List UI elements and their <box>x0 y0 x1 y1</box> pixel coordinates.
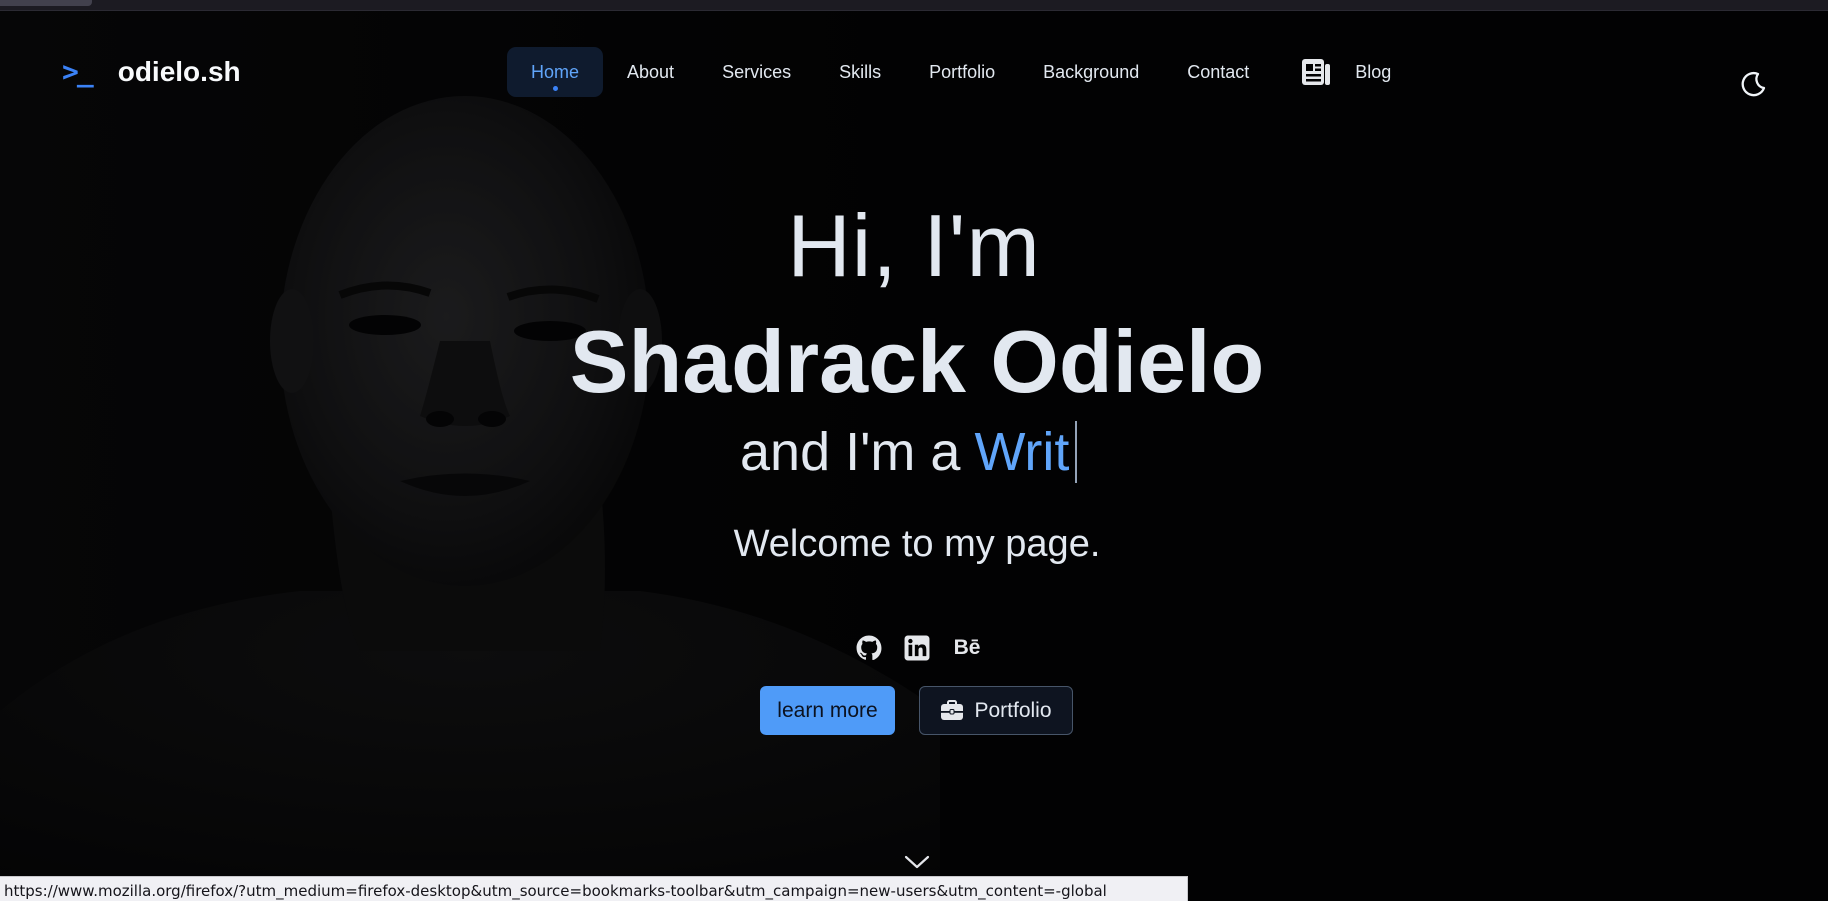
typing-caret <box>1075 421 1078 483</box>
welcome-text: Welcome to my page. <box>733 523 1101 565</box>
hero-greeting: Hi, I'm <box>787 196 1041 295</box>
brand-name: odielo.sh <box>117 55 241 87</box>
moon-icon[interactable] <box>1738 69 1768 99</box>
browser-tab-strip <box>0 0 1828 11</box>
nav-links: Home About Services Skills Portfolio Bac… <box>507 47 1415 97</box>
portfolio-button-label: Portfolio <box>974 698 1052 722</box>
nav-item-about[interactable]: About <box>603 47 698 97</box>
learn-more-button[interactable]: learn more <box>760 686 895 735</box>
hero-role-typed: Writ <box>974 422 1070 482</box>
linkedin-icon[interactable] <box>904 635 930 661</box>
newspaper-icon <box>1302 59 1331 85</box>
page: >_ odielo.sh Home About Services Skills … <box>0 11 1828 901</box>
brand-logo[interactable]: >_ odielo.sh <box>62 55 241 88</box>
nav-item-skills[interactable]: Skills <box>815 47 905 97</box>
browser-status-url: https://www.mozilla.org/firefox/?utm_med… <box>0 876 1188 901</box>
browser-tab[interactable] <box>0 0 92 6</box>
hero-role: and I'm a Writ <box>740 421 1078 483</box>
portfolio-button[interactable]: Portfolio <box>919 686 1073 735</box>
nav-item-services[interactable]: Services <box>698 47 815 97</box>
behance-icon[interactable]: Bē <box>952 635 982 661</box>
social-links: Bē <box>856 635 982 661</box>
nav-item-blog-label: Blog <box>1355 61 1392 82</box>
nav-item-portfolio[interactable]: Portfolio <box>905 47 1019 97</box>
top-navbar: >_ odielo.sh Home About Services Skills … <box>0 11 1828 131</box>
briefcase-icon <box>941 699 964 720</box>
nav-item-home[interactable]: Home <box>507 47 604 97</box>
github-icon[interactable] <box>856 635 882 661</box>
chevron-down-icon[interactable] <box>903 853 931 871</box>
nav-item-blog[interactable]: Blog <box>1273 47 1415 97</box>
nav-item-contact[interactable]: Contact <box>1163 47 1273 97</box>
nav-item-background[interactable]: Background <box>1019 47 1163 97</box>
hero-role-prefix: and I'm a <box>740 422 961 482</box>
hero-name: Shadrack Odielo <box>569 312 1265 411</box>
terminal-prompt-icon: >_ <box>62 55 94 88</box>
